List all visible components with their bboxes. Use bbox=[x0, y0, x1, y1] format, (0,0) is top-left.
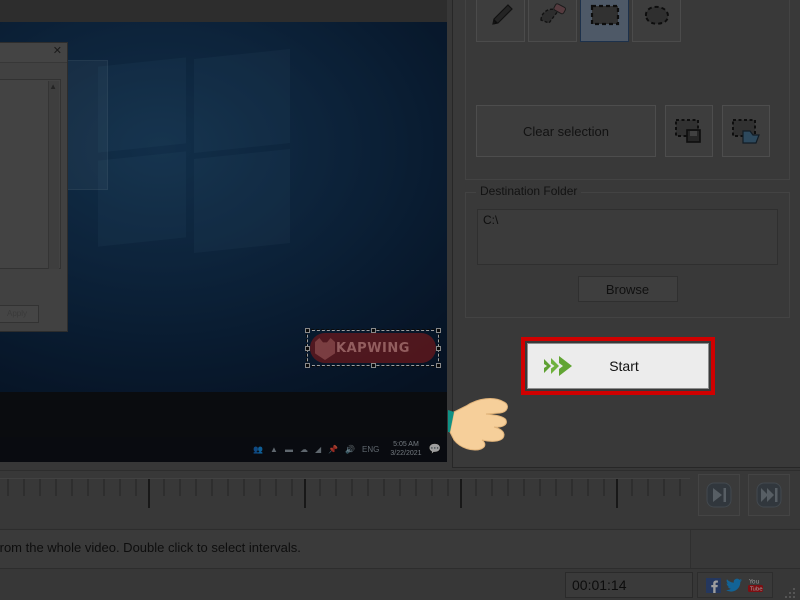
selection-handle[interactable] bbox=[371, 363, 376, 368]
freeform-selection-icon bbox=[641, 2, 673, 28]
timeline-ruler[interactable] bbox=[0, 478, 690, 520]
preview-bottom-band bbox=[0, 392, 447, 437]
save-selection-icon bbox=[673, 117, 705, 145]
load-selection-button[interactable] bbox=[722, 105, 770, 157]
properties-listbox[interactable]: ▲ bbox=[0, 79, 61, 269]
clear-selection-button[interactable]: Clear selection bbox=[476, 105, 656, 157]
network-icon[interactable]: ◢ bbox=[315, 445, 321, 454]
status-message: from the whole video. Double click to se… bbox=[0, 540, 301, 555]
tools-group: Clear selection bbox=[465, 0, 790, 180]
status-bar: from the whole video. Double click to se… bbox=[0, 529, 800, 568]
next-frame-button[interactable] bbox=[698, 474, 740, 516]
selection-handle[interactable] bbox=[436, 328, 441, 333]
windows-logo-wallpaper bbox=[90, 58, 305, 248]
destination-path-input[interactable]: C:\ bbox=[477, 209, 778, 265]
destination-folder-label: Destination Folder bbox=[476, 184, 581, 198]
marker-tool-button[interactable] bbox=[476, 0, 525, 42]
system-tray[interactable]: 👥 ▲ ▬ ☁ ◢ 📌 🔊 ENG bbox=[253, 445, 383, 454]
scrollbar[interactable]: ▲ bbox=[48, 81, 59, 269]
status-bar-right-panel bbox=[690, 530, 800, 569]
timeline-navigation-buttons bbox=[698, 474, 790, 516]
load-selection-icon bbox=[730, 117, 762, 145]
rectangular-selection-tool-button[interactable] bbox=[580, 0, 629, 42]
svg-text:You: You bbox=[748, 579, 760, 586]
action-center-icon[interactable]: 💬 bbox=[429, 444, 447, 455]
start-button-label: Start bbox=[578, 358, 670, 374]
start-button-highlight: Start bbox=[521, 337, 715, 395]
fast-forward-icon bbox=[756, 482, 782, 508]
selection-handle[interactable] bbox=[371, 328, 376, 333]
skip-to-end-button[interactable] bbox=[748, 474, 790, 516]
battery-icon[interactable]: ▬ bbox=[285, 445, 293, 454]
tool-button-row bbox=[476, 0, 681, 42]
application-window: perties ✕ ▲ Apply KAPWING bbox=[0, 0, 800, 600]
twitter-icon[interactable] bbox=[726, 578, 742, 593]
step-forward-icon bbox=[706, 482, 732, 508]
rectangular-selection-icon bbox=[589, 3, 621, 27]
selection-handle[interactable] bbox=[436, 363, 441, 368]
kapwing-fox-icon bbox=[315, 338, 335, 360]
green-double-arrow-icon bbox=[542, 354, 578, 378]
eraser-tool-button[interactable] bbox=[528, 0, 577, 42]
freeform-selection-tool-button[interactable] bbox=[632, 0, 681, 42]
selection-handle[interactable] bbox=[305, 346, 310, 351]
destination-folder-group: Destination Folder C:\ Browse bbox=[465, 192, 790, 318]
windows-taskbar[interactable]: 👥 ▲ ▬ ☁ ◢ 📌 🔊 ENG 5:05 AM 3/22/2021 💬 bbox=[0, 437, 447, 462]
eraser-icon bbox=[537, 0, 569, 30]
chevron-up-icon[interactable]: ▲ bbox=[49, 83, 57, 91]
resize-grip-icon[interactable] bbox=[785, 586, 797, 598]
people-icon[interactable]: 👥 bbox=[253, 445, 263, 454]
facebook-icon[interactable] bbox=[706, 578, 721, 593]
chevron-up-icon[interactable]: ▲ bbox=[270, 445, 278, 454]
marker-pen-icon bbox=[486, 0, 516, 30]
taskbar-time: 5:05 AM bbox=[390, 441, 421, 450]
selection-handle[interactable] bbox=[436, 346, 441, 351]
taskbar-date: 3/22/2021 bbox=[390, 450, 421, 459]
taskbar-clock[interactable]: 5:05 AM 3/22/2021 bbox=[383, 441, 428, 459]
start-button[interactable]: Start bbox=[527, 343, 709, 389]
kapwing-watermark-label: KAPWING bbox=[336, 341, 410, 356]
selection-handle[interactable] bbox=[305, 363, 310, 368]
browse-button[interactable]: Browse bbox=[578, 276, 678, 302]
pointing-hand-cursor bbox=[448, 372, 544, 460]
kapwing-watermark: KAPWING bbox=[310, 333, 436, 363]
timeline[interactable] bbox=[0, 470, 800, 528]
selection-action-row: Clear selection bbox=[476, 105, 770, 157]
close-icon[interactable]: ✕ bbox=[53, 46, 62, 57]
save-selection-button[interactable] bbox=[665, 105, 713, 157]
volume-icon[interactable]: 🔊 bbox=[345, 445, 355, 454]
properties-dialog[interactable]: perties ✕ ▲ Apply bbox=[0, 42, 68, 332]
video-preview-area[interactable]: perties ✕ ▲ Apply KAPWING bbox=[0, 0, 447, 462]
time-display-field[interactable]: 00:01:14 bbox=[565, 572, 693, 598]
language-indicator[interactable]: ENG bbox=[362, 445, 379, 454]
svg-text:Tube: Tube bbox=[749, 587, 763, 593]
dialog-apply-button[interactable]: Apply bbox=[0, 305, 39, 323]
bottom-bar: 00:01:14 You Tube bbox=[0, 568, 800, 600]
preview-top-band bbox=[0, 0, 447, 22]
selection-handle[interactable] bbox=[305, 328, 310, 333]
watermark-selection-marquee[interactable]: KAPWING bbox=[307, 330, 439, 366]
properties-titlebar[interactable]: perties ✕ bbox=[0, 43, 67, 63]
social-links: You Tube bbox=[697, 572, 773, 598]
youtube-icon[interactable]: You Tube bbox=[747, 577, 764, 593]
pin-icon[interactable]: 📌 bbox=[328, 445, 338, 454]
cloud-icon[interactable]: ☁ bbox=[300, 445, 308, 454]
